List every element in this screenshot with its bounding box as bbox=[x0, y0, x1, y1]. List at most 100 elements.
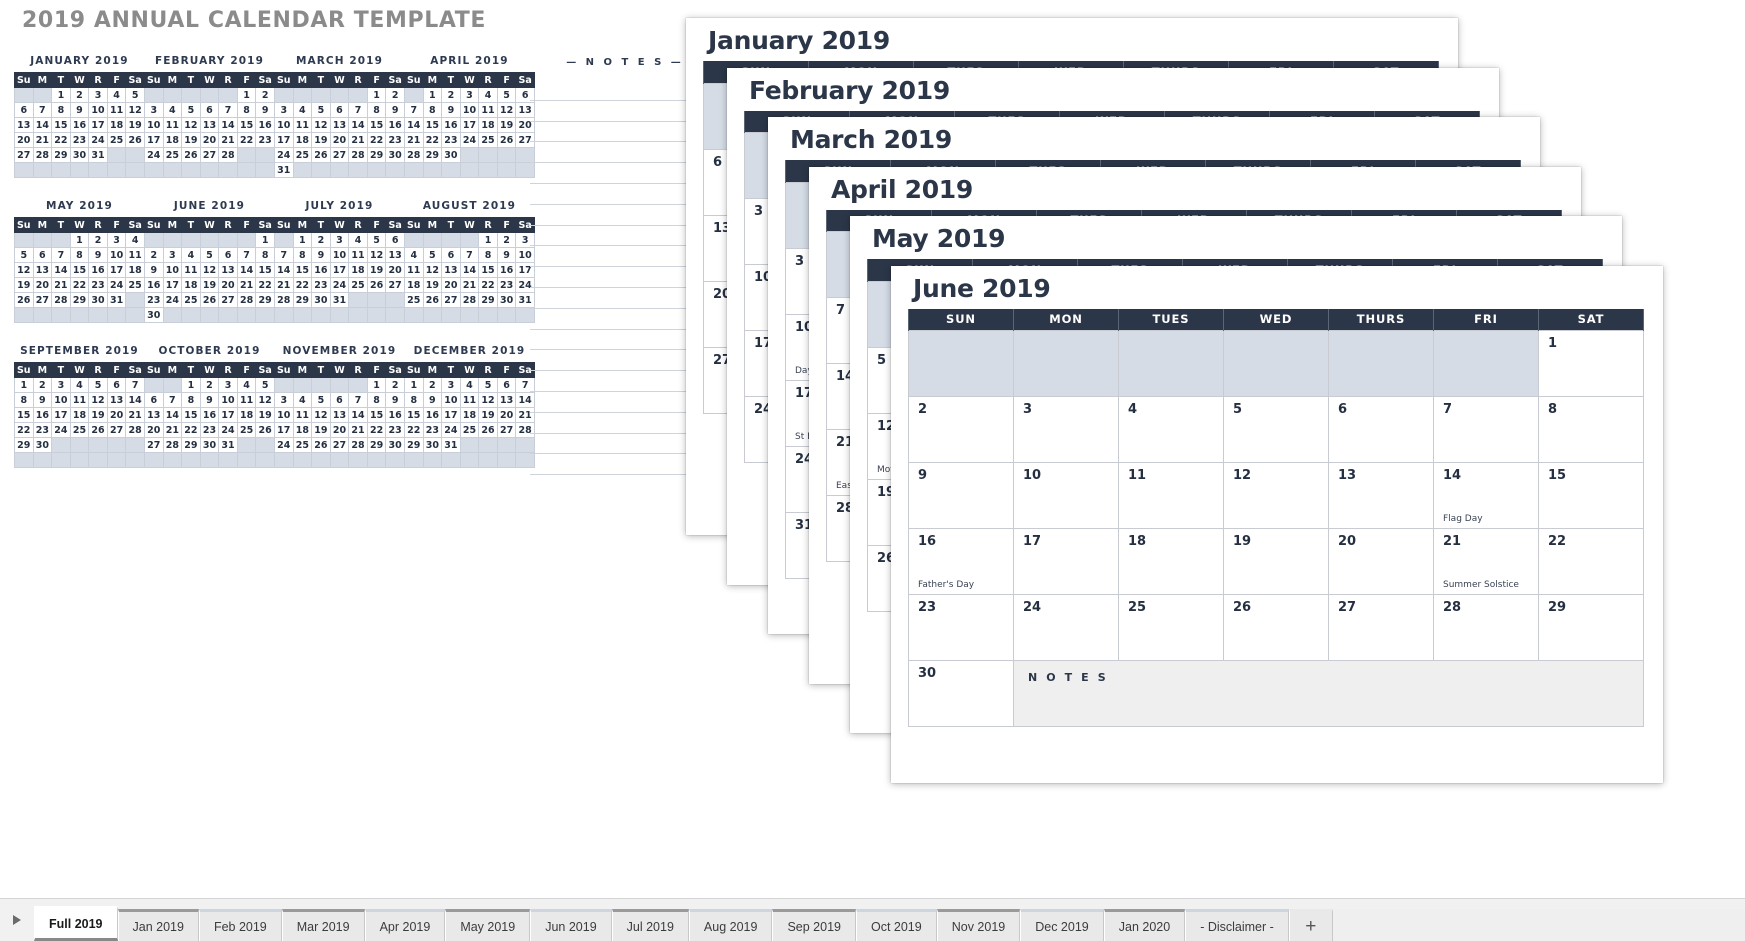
mini-day-cell-empty[interactable] bbox=[404, 87, 424, 103]
mini-day-cell[interactable]: 2 bbox=[422, 377, 443, 393]
mini-day-cell[interactable]: 5 bbox=[125, 87, 145, 103]
mini-day-cell[interactable]: 30 bbox=[69, 147, 90, 163]
mini-day-cell[interactable]: 25 bbox=[69, 422, 90, 438]
mini-day-cell[interactable]: 1 bbox=[404, 377, 424, 393]
mini-day-cell[interactable]: 16 bbox=[199, 407, 220, 423]
mini-day-cell-empty[interactable] bbox=[274, 87, 294, 103]
mini-day-cell-empty[interactable] bbox=[459, 232, 480, 248]
mini-day-cell[interactable]: 12 bbox=[311, 117, 331, 133]
mini-day-cell[interactable]: 5 bbox=[255, 377, 275, 393]
mini-day-cell[interactable]: 10 bbox=[106, 247, 127, 263]
mini-day-cell[interactable]: 3 bbox=[274, 392, 294, 408]
mini-day-cell-empty[interactable] bbox=[496, 147, 517, 163]
mini-day-cell[interactable]: 26 bbox=[88, 422, 108, 438]
mini-day-cell[interactable]: 9 bbox=[385, 392, 405, 408]
mini-day-cell[interactable]: 4 bbox=[106, 87, 127, 103]
mini-day-cell[interactable]: 14 bbox=[348, 117, 368, 133]
mini-day-cell[interactable]: 1 bbox=[236, 87, 257, 103]
mini-day-cell[interactable]: 3 bbox=[441, 377, 461, 393]
mini-day-cell[interactable]: 5 bbox=[496, 87, 517, 103]
mini-day-cell[interactable]: 19 bbox=[478, 407, 498, 423]
day-cell[interactable]: 7 bbox=[1433, 396, 1539, 463]
mini-day-cell[interactable]: 12 bbox=[88, 392, 108, 408]
add-sheet-button[interactable]: + bbox=[1288, 909, 1333, 941]
mini-day-cell[interactable]: 15 bbox=[404, 407, 424, 423]
mini-day-cell[interactable]: 28 bbox=[404, 147, 424, 163]
mini-day-cell[interactable]: 20 bbox=[32, 277, 53, 293]
mini-day-cell[interactable]: 14 bbox=[274, 262, 294, 278]
mini-day-cell-empty[interactable] bbox=[311, 162, 331, 178]
mini-day-cell-empty[interactable] bbox=[422, 162, 443, 178]
mini-day-cell-empty[interactable] bbox=[218, 162, 238, 178]
mini-day-cell[interactable]: 18 bbox=[348, 262, 368, 278]
mini-day-cell-empty[interactable] bbox=[274, 377, 294, 393]
mini-day-cell[interactable]: 22 bbox=[404, 422, 424, 438]
mini-day-cell[interactable]: 13 bbox=[144, 407, 164, 423]
sheet-tab-nov-2019[interactable]: Nov 2019 bbox=[936, 909, 1021, 941]
mini-day-cell-empty[interactable] bbox=[366, 292, 387, 308]
mini-day-cell[interactable]: 18 bbox=[106, 117, 127, 133]
mini-day-cell-empty[interactable] bbox=[459, 147, 480, 163]
mini-day-cell[interactable]: 17 bbox=[162, 277, 183, 293]
mini-day-cell[interactable]: 29 bbox=[51, 147, 71, 163]
mini-day-cell[interactable]: 8 bbox=[181, 392, 201, 408]
day-cell[interactable]: 23 bbox=[908, 594, 1014, 661]
mini-day-cell[interactable]: 4 bbox=[348, 232, 368, 248]
mini-day-cell-empty[interactable] bbox=[478, 437, 498, 453]
mini-day-cell[interactable]: 24 bbox=[218, 422, 238, 438]
mini-day-cell-empty[interactable] bbox=[404, 162, 424, 178]
mini-day-cell[interactable]: 21 bbox=[218, 132, 238, 148]
mini-day-cell[interactable]: 16 bbox=[144, 277, 164, 293]
mini-day-cell[interactable]: 3 bbox=[459, 87, 480, 103]
mini-day-cell[interactable]: 11 bbox=[459, 392, 480, 408]
mini-day-cell[interactable]: 9 bbox=[496, 247, 517, 263]
mini-day-cell-empty[interactable] bbox=[144, 452, 164, 468]
mini-day-cell[interactable]: 6 bbox=[32, 247, 53, 263]
mini-day-cell[interactable]: 21 bbox=[32, 132, 53, 148]
mini-day-cell[interactable]: 1 bbox=[255, 232, 275, 248]
mini-day-cell[interactable]: 26 bbox=[366, 277, 387, 293]
mini-day-cell[interactable]: 10 bbox=[144, 117, 164, 133]
mini-day-cell-empty[interactable] bbox=[478, 452, 498, 468]
mini-day-cell-empty[interactable] bbox=[144, 232, 164, 248]
mini-day-cell[interactable]: 9 bbox=[32, 392, 53, 408]
mini-day-cell[interactable]: 31 bbox=[106, 292, 127, 308]
mini-day-cell[interactable]: 28 bbox=[162, 437, 183, 453]
mini-day-cell-empty[interactable] bbox=[459, 452, 480, 468]
mini-day-cell-empty[interactable] bbox=[144, 87, 164, 103]
mini-day-cell-empty[interactable] bbox=[106, 452, 127, 468]
mini-day-cell-empty[interactable] bbox=[32, 87, 53, 103]
mini-day-cell[interactable]: 17 bbox=[274, 422, 294, 438]
mini-day-cell[interactable]: 13 bbox=[199, 117, 220, 133]
mini-day-cell[interactable]: 30 bbox=[88, 292, 108, 308]
mini-day-cell-empty[interactable] bbox=[404, 232, 424, 248]
mini-day-cell[interactable]: 5 bbox=[88, 377, 108, 393]
day-cell[interactable]: 24 bbox=[1013, 594, 1119, 661]
mini-day-cell[interactable]: 12 bbox=[496, 102, 517, 118]
mini-day-cell-empty[interactable] bbox=[292, 377, 313, 393]
mini-day-cell-empty[interactable] bbox=[422, 232, 443, 248]
mini-day-cell[interactable]: 5 bbox=[181, 102, 201, 118]
mini-day-cell-empty[interactable] bbox=[125, 437, 145, 453]
mini-day-cell[interactable]: 25 bbox=[125, 277, 145, 293]
mini-day-cell[interactable]: 20 bbox=[199, 132, 220, 148]
mini-day-cell[interactable]: 15 bbox=[181, 407, 201, 423]
mini-day-cell[interactable]: 3 bbox=[51, 377, 71, 393]
mini-day-cell[interactable]: 24 bbox=[106, 277, 127, 293]
mini-day-cell[interactable]: 3 bbox=[162, 247, 183, 263]
mini-day-cell[interactable]: 29 bbox=[14, 437, 34, 453]
mini-day-cell[interactable]: 20 bbox=[144, 422, 164, 438]
mini-day-cell[interactable]: 26 bbox=[199, 292, 220, 308]
mini-day-cell[interactable]: 6 bbox=[329, 392, 350, 408]
mini-day-cell[interactable]: 13 bbox=[329, 407, 350, 423]
mini-day-cell-empty[interactable] bbox=[69, 162, 90, 178]
mini-day-cell[interactable]: 2 bbox=[496, 232, 517, 248]
mini-day-cell-empty[interactable] bbox=[348, 87, 368, 103]
day-cell[interactable]: 15 bbox=[1538, 462, 1644, 529]
mini-day-cell[interactable]: 24 bbox=[144, 147, 164, 163]
mini-day-cell[interactable]: 29 bbox=[366, 147, 387, 163]
mini-day-cell[interactable]: 8 bbox=[422, 102, 443, 118]
mini-day-cell-empty[interactable] bbox=[14, 232, 34, 248]
mini-day-cell[interactable]: 31 bbox=[441, 437, 461, 453]
mini-day-cell[interactable]: 23 bbox=[144, 292, 164, 308]
